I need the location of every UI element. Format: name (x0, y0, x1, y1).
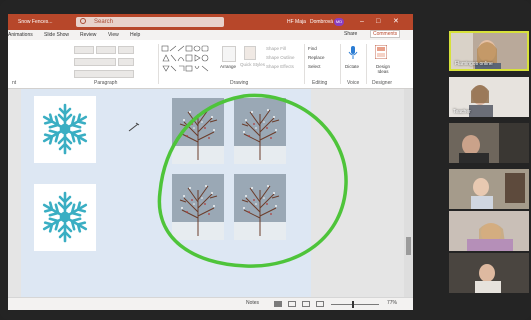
paragraph-group-label: Paragraph (94, 80, 118, 86)
participant-feed (449, 211, 529, 251)
scrollbar-thumb[interactable] (406, 237, 411, 255)
line-spacing-button[interactable] (118, 58, 134, 66)
reading-view-button[interactable] (302, 301, 310, 307)
design-ideas-button[interactable]: Design Ideas (370, 64, 396, 74)
dictate-button[interactable]: Dictate (345, 64, 359, 69)
user-name: Dombrová (310, 19, 334, 25)
zoom-slider-thumb[interactable] (352, 301, 354, 308)
search-icon (80, 18, 86, 24)
screen: Snow Fences... Search HF Maja Dombrová M… (0, 0, 531, 320)
zoom-level[interactable]: 77% (387, 300, 397, 306)
snowflake-icon (39, 103, 91, 155)
maximize-button[interactable]: □ (376, 17, 380, 27)
comments-button[interactable]: Comments (370, 30, 401, 38)
shape-effects-button[interactable]: Shape Effects (266, 64, 294, 69)
participant-video[interactable] (449, 211, 529, 251)
participant-feed (449, 123, 529, 163)
tab-help[interactable]: Help (130, 32, 140, 38)
divider (158, 44, 159, 84)
participant-videos: Flamingos online Teacher (449, 31, 531, 296)
divider (340, 44, 341, 84)
avatar[interactable]: MD (334, 18, 344, 26)
file-label: HF Maja (287, 19, 306, 25)
replace-button[interactable]: Replace (308, 55, 325, 60)
snowflake-image[interactable] (34, 184, 96, 251)
zoom-slider[interactable] (331, 304, 379, 305)
share-button[interactable]: Share (344, 31, 357, 37)
find-button[interactable]: Find (308, 46, 317, 51)
editing-group-label: Editing (312, 80, 328, 86)
voice-group-label: Voice (347, 80, 360, 86)
quick-styles-button[interactable]: Quick Styles (240, 62, 265, 67)
tab-slide-show[interactable]: Slide Show (44, 32, 69, 38)
design-ideas-icon[interactable] (375, 45, 387, 59)
shapes-gallery[interactable] (160, 44, 216, 74)
normal-view-button[interactable] (274, 301, 282, 307)
ribbon-tabs: Animations Slide Show Review View Help S… (8, 30, 413, 40)
arrange-icon[interactable] (222, 46, 236, 62)
snowflake-image[interactable] (34, 96, 96, 163)
arrange-button[interactable]: Arrange (220, 64, 236, 69)
search-box[interactable]: Search (76, 17, 224, 27)
bullets-button[interactable] (74, 46, 94, 54)
participant-video[interactable]: Teacher (449, 77, 529, 117)
tab-animations[interactable]: Animations (8, 32, 33, 38)
participant-video[interactable] (449, 253, 529, 293)
snowflake-icon (39, 191, 91, 243)
shape-fill-button[interactable]: Shape Fill (266, 46, 286, 51)
participant-feed (449, 169, 529, 209)
participant-name: Teacher (453, 109, 471, 115)
designer-group-label: Designer (372, 80, 393, 86)
minimize-button[interactable]: – (360, 17, 364, 27)
quick-styles-icon[interactable] (244, 46, 256, 60)
drawing-group-label: Drawing (230, 80, 249, 86)
annotation-circle (157, 93, 348, 268)
pen-cursor-icon (128, 122, 140, 132)
participant-name: Flamingos online (455, 61, 493, 67)
close-button[interactable]: ✕ (393, 17, 399, 27)
participant-video[interactable] (449, 123, 529, 163)
align-buttons[interactable] (74, 58, 116, 66)
paragraph-options[interactable] (74, 70, 134, 78)
participant-feed (449, 253, 529, 293)
vertical-scrollbar[interactable] (404, 89, 413, 297)
notes-button[interactable]: Notes (246, 300, 259, 306)
divider (304, 44, 305, 84)
ribbon: nt Paragraph Arrange Quick Styles Shape … (8, 40, 413, 89)
search-placeholder: Search (94, 19, 114, 25)
tab-review[interactable]: Review (80, 32, 96, 38)
status-bar: Notes 77% (8, 297, 413, 310)
shape-outline-button[interactable]: Shape Outline (266, 55, 295, 60)
document-name: Snow Fences... (18, 19, 53, 25)
microphone-icon[interactable] (348, 46, 358, 60)
powerpoint-window: Snow Fences... Search HF Maja Dombrová M… (8, 14, 413, 310)
divider (366, 44, 367, 84)
title-bar: Snow Fences... Search HF Maja Dombrová M… (8, 14, 413, 30)
tab-view[interactable]: View (108, 32, 119, 38)
numbering-button[interactable] (96, 46, 116, 54)
participant-video[interactable] (449, 169, 529, 209)
participant-video-active[interactable]: Flamingos online (449, 31, 529, 71)
font-group-label: nt (12, 80, 17, 86)
indent-button[interactable] (118, 46, 134, 54)
slide-sorter-button[interactable] (288, 301, 296, 307)
slideshow-button[interactable] (316, 301, 324, 307)
select-button[interactable]: Select (308, 64, 321, 69)
